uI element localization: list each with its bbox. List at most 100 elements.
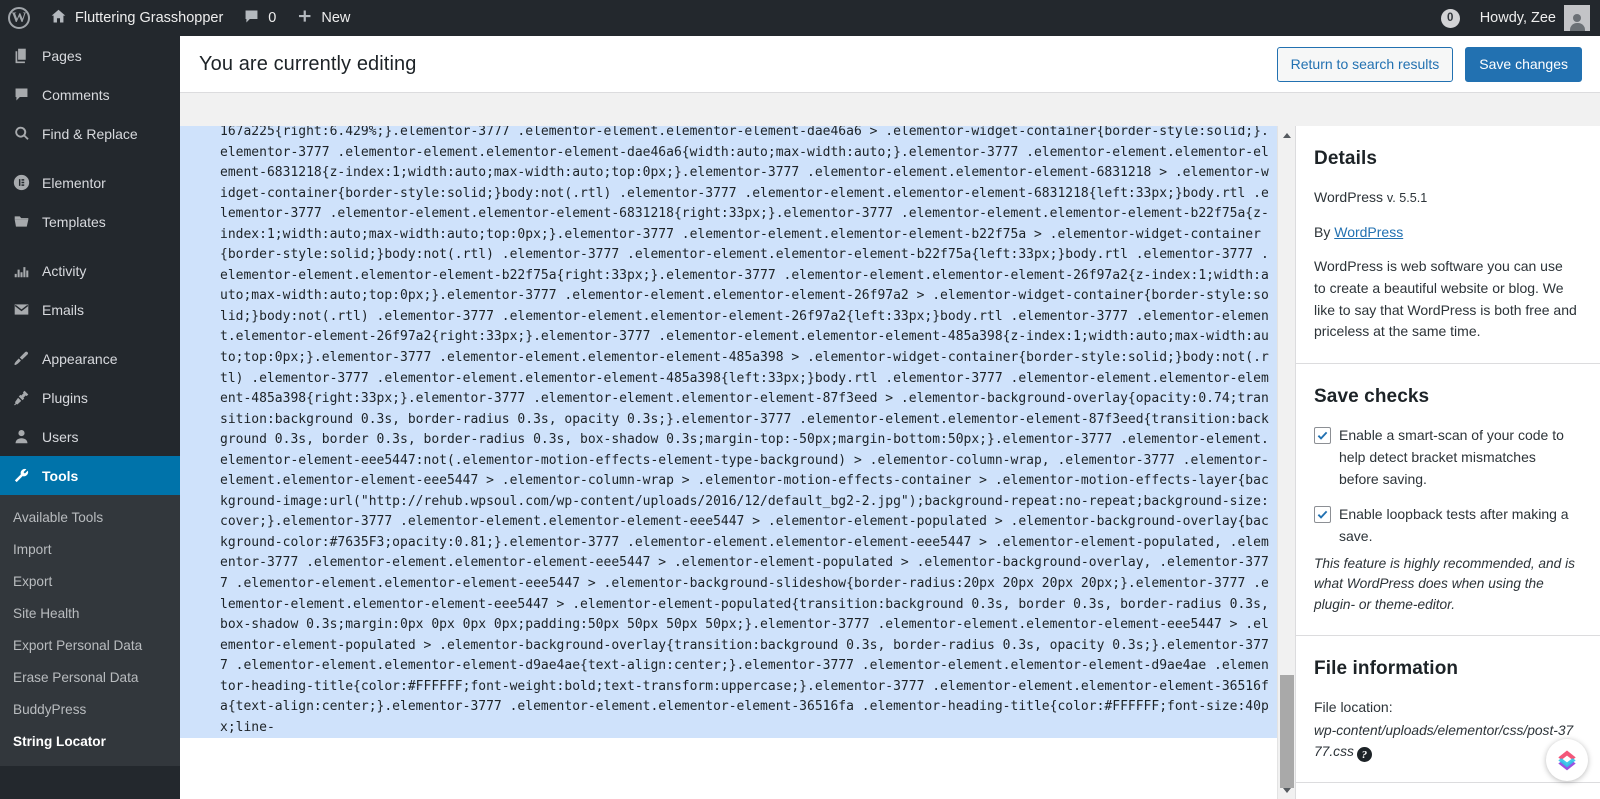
- code-scroll-viewport: 167a225{right:6.429%;}.elementor-3777 .e…: [180, 126, 1277, 799]
- wordpress-logo-icon: W: [8, 7, 30, 29]
- comments-icon: [11, 86, 32, 103]
- pages-icon: [11, 47, 32, 64]
- sidebar-item-label: Pages: [42, 47, 82, 64]
- admin-sidebar-menu: Pages Comments Find & Replace Elementor …: [0, 36, 180, 799]
- save-checks-heading: Save checks: [1314, 386, 1430, 408]
- details-heading: Details: [1314, 148, 1378, 169]
- sidebar-item-appearance[interactable]: Appearance: [0, 339, 180, 378]
- site-name-label: Fluttering Grasshopper: [75, 10, 224, 26]
- file-location-text: wp-content/uploads/elementor/css/post-37…: [1314, 722, 1574, 759]
- sidebar-item-label: Find & Replace: [42, 125, 138, 142]
- elementor-chevron-icon: [1558, 750, 1576, 771]
- help-icon[interactable]: ?: [1356, 747, 1372, 763]
- adminbar-new-content[interactable]: New: [286, 0, 360, 36]
- sidebar-item-label: Comments: [42, 86, 110, 103]
- sidebar-item-find-replace[interactable]: Find & Replace: [0, 114, 180, 153]
- code-editor-content[interactable]: 167a225{right:6.429%;}.elementor-3777 .e…: [180, 126, 1277, 739]
- details-version: WordPress v. 5.5.1: [1314, 187, 1578, 209]
- templates-folder-icon: [11, 213, 32, 230]
- save-check-loopback[interactable]: Enable loopback tests after making a sav…: [1314, 504, 1578, 547]
- loopback-checkbox[interactable]: [1314, 506, 1331, 524]
- admin-bar: W Fluttering Grasshopper 0 New 0 Howdy, …: [0, 0, 1600, 36]
- activity-icon: [11, 262, 32, 279]
- sidebar-item-pages[interactable]: Pages: [0, 36, 180, 75]
- sidebar-item-label: Activity: [42, 262, 87, 279]
- checkmark-icon: [1317, 510, 1328, 519]
- sidebar-item-emails[interactable]: Emails: [0, 290, 180, 329]
- sidebar-item-tools[interactable]: Tools: [0, 456, 180, 495]
- save-check-smart-scan[interactable]: Enable a smart-scan of your code to help…: [1314, 425, 1578, 490]
- tools-wrench-icon: [11, 467, 32, 484]
- avatar: [1564, 5, 1590, 31]
- sidebar-item-label: Users: [42, 428, 79, 445]
- loopback-label: Enable loopback tests after making a sav…: [1339, 506, 1569, 544]
- elementor-icon: [11, 174, 32, 191]
- details-sidebar: Details WordPress v. 5.5.1 By WordPress …: [1295, 126, 1600, 799]
- sidebar-item-label: Plugins: [42, 389, 88, 406]
- file-information-heading: File information: [1314, 658, 1459, 680]
- main-content: You are currently editing Return to sear…: [180, 36, 1600, 799]
- emails-envelope-icon: [11, 301, 32, 318]
- comment-bubble-icon: [243, 8, 260, 29]
- toolbar-actions: Return to search results Save changes: [1276, 46, 1582, 82]
- submenu-item-string-locator[interactable]: String Locator: [0, 726, 180, 758]
- details-description: WordPress is web software you can use to…: [1314, 258, 1577, 340]
- file-location-label: File location:: [1314, 699, 1393, 716]
- sidebar-separator: [0, 241, 180, 251]
- sidebar-item-label: Templates: [42, 213, 106, 230]
- sidebar-item-plugins[interactable]: Plugins: [0, 378, 180, 417]
- home-icon: [50, 8, 67, 29]
- save-changes-button[interactable]: Save changes: [1465, 46, 1582, 82]
- details-version-name: WordPress: [1314, 189, 1383, 205]
- sidebar-item-label: Appearance: [42, 350, 118, 367]
- code-scrollbar-thumb[interactable]: [1280, 675, 1294, 788]
- adminbar-comments[interactable]: 0: [233, 0, 286, 36]
- plus-icon: [296, 8, 313, 29]
- details-version-number: v. 5.5.1: [1386, 191, 1428, 205]
- sidebar-item-comments[interactable]: Comments: [0, 75, 180, 114]
- scroll-down-arrow-icon[interactable]: [1278, 781, 1295, 799]
- sidebar-item-activity[interactable]: Activity: [0, 251, 180, 290]
- plugins-plug-icon: [11, 389, 32, 406]
- new-label: New: [321, 10, 351, 26]
- details-author-link[interactable]: WordPress: [1334, 224, 1403, 240]
- submenu-item-available-tools[interactable]: Available Tools: [0, 502, 180, 534]
- editor-region: 167a225{right:6.429%;}.elementor-3777 .e…: [180, 126, 1600, 799]
- code-editor[interactable]: 167a225{right:6.429%;}.elementor-3777 .e…: [180, 126, 1295, 799]
- submenu-item-site-health[interactable]: Site Health: [0, 598, 180, 630]
- sidebar-item-users[interactable]: Users: [0, 417, 180, 456]
- submenu-item-buddypress[interactable]: BuddyPress: [0, 694, 180, 726]
- submenu-item-import[interactable]: Import: [0, 534, 180, 566]
- return-to-search-results-button[interactable]: Return to search results: [1276, 46, 1454, 82]
- sidebar-item-label: Tools: [42, 467, 79, 484]
- submenu-item-export-personal-data[interactable]: Export Personal Data: [0, 630, 180, 662]
- page-title: You are currently editing: [199, 52, 417, 75]
- adminbar-site-name[interactable]: Fluttering Grasshopper: [40, 0, 233, 36]
- adminbar-my-account[interactable]: Howdy, Zee: [1470, 0, 1600, 36]
- sidebar-item-label: Elementor: [42, 174, 106, 191]
- save-checks-panel: Save checks Enable a smart-scan of your …: [1296, 364, 1600, 637]
- submenu-item-erase-personal-data[interactable]: Erase Personal Data: [0, 662, 180, 694]
- sidebar-item-label: Emails: [42, 301, 85, 318]
- file-location-value: wp-content/uploads/elementor/css/post-37…: [1314, 721, 1578, 763]
- submenu-item-export[interactable]: Export: [0, 566, 180, 598]
- scroll-up-arrow-icon[interactable]: [1278, 126, 1295, 144]
- sidebar-separator: [0, 153, 180, 163]
- sidebar-item-elementor[interactable]: Elementor: [0, 163, 180, 202]
- tools-submenu: Available Tools Import Export Site Healt…: [0, 495, 180, 766]
- adminbar-notifications[interactable]: 0: [1431, 0, 1470, 36]
- adminbar-wp-logo-menu[interactable]: W: [0, 0, 40, 36]
- notification-count: 0: [1440, 8, 1460, 28]
- editor-toolbar: You are currently editing Return to sear…: [180, 36, 1600, 93]
- checkmark-icon: [1317, 431, 1328, 440]
- appearance-brush-icon: [11, 350, 32, 367]
- smart-scan-checkbox[interactable]: [1314, 427, 1331, 445]
- details-panel: Details WordPress v. 5.5.1 By WordPress …: [1296, 126, 1600, 365]
- details-author: By WordPress: [1314, 222, 1578, 244]
- elementor-floating-badge[interactable]: [1546, 739, 1588, 781]
- sidebar-item-templates[interactable]: Templates: [0, 202, 180, 241]
- code-vertical-scrollbar[interactable]: [1277, 126, 1295, 799]
- find-replace-icon: [11, 125, 32, 142]
- howdy-label: Howdy, Zee: [1479, 10, 1556, 26]
- smart-scan-label: Enable a smart-scan of your code to help…: [1339, 427, 1564, 487]
